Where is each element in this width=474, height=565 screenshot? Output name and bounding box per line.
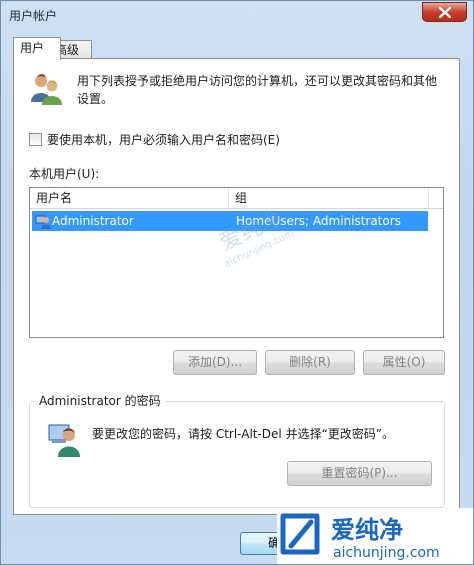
list-header: 用户名 组 bbox=[30, 188, 443, 209]
window-title: 用户帐户 bbox=[9, 9, 58, 23]
user-accounts-window: 用户帐户 用户 高级 用下列表授予或拒绝用户访问您的计算机，还可以更改其密码和其… bbox=[0, 0, 474, 565]
column-username[interactable]: 用户名 bbox=[30, 188, 229, 208]
users-icon bbox=[31, 74, 62, 105]
user-icon bbox=[35, 215, 51, 229]
password-groupbox bbox=[29, 401, 445, 508]
password-group-title: Administrator 的密码 bbox=[35, 392, 165, 409]
close-button[interactable] bbox=[422, 2, 467, 22]
row-username: Administrator bbox=[52, 214, 134, 228]
tab-users[interactable]: 用户 bbox=[13, 37, 61, 60]
info-text: 用下列表授予或拒绝用户访问您的计算机，还可以更改其密码和其他设置。 bbox=[77, 74, 438, 106]
svg-text:爱纯净: 爱纯净 bbox=[331, 516, 403, 544]
watermark-logo: 爱纯净 aichunjing.com bbox=[277, 508, 473, 564]
remove-button[interactable]: 删除(R) bbox=[265, 350, 355, 375]
svg-text:aichunjing.com: aichunjing.com bbox=[333, 545, 440, 561]
properties-button[interactable]: 属性(O) bbox=[363, 350, 445, 375]
require-login-option[interactable]: 要使用本机，用户必须输入用户名和密码(E) bbox=[29, 131, 280, 148]
password-instructions: 要更改您的密码，请按 Ctrl-Alt-Del 并选择“更改密码”。 bbox=[92, 427, 395, 441]
require-login-label: 要使用本机，用户必须输入用户名和密码(E) bbox=[47, 133, 280, 147]
title-bar[interactable]: 用户帐户 bbox=[1, 1, 473, 29]
close-icon bbox=[438, 6, 451, 18]
reset-password-button[interactable]: 重置密码(P)... bbox=[287, 461, 432, 486]
add-button[interactable]: 添加(D)... bbox=[173, 350, 257, 375]
users-list-label: 本机用户(U): bbox=[29, 167, 100, 181]
require-login-checkbox[interactable] bbox=[29, 133, 42, 146]
users-tab-panel: 用下列表授予或拒绝用户访问您的计算机，还可以更改其密码和其他设置。 要使用本机，… bbox=[13, 58, 460, 515]
user-password-icon bbox=[48, 424, 80, 457]
